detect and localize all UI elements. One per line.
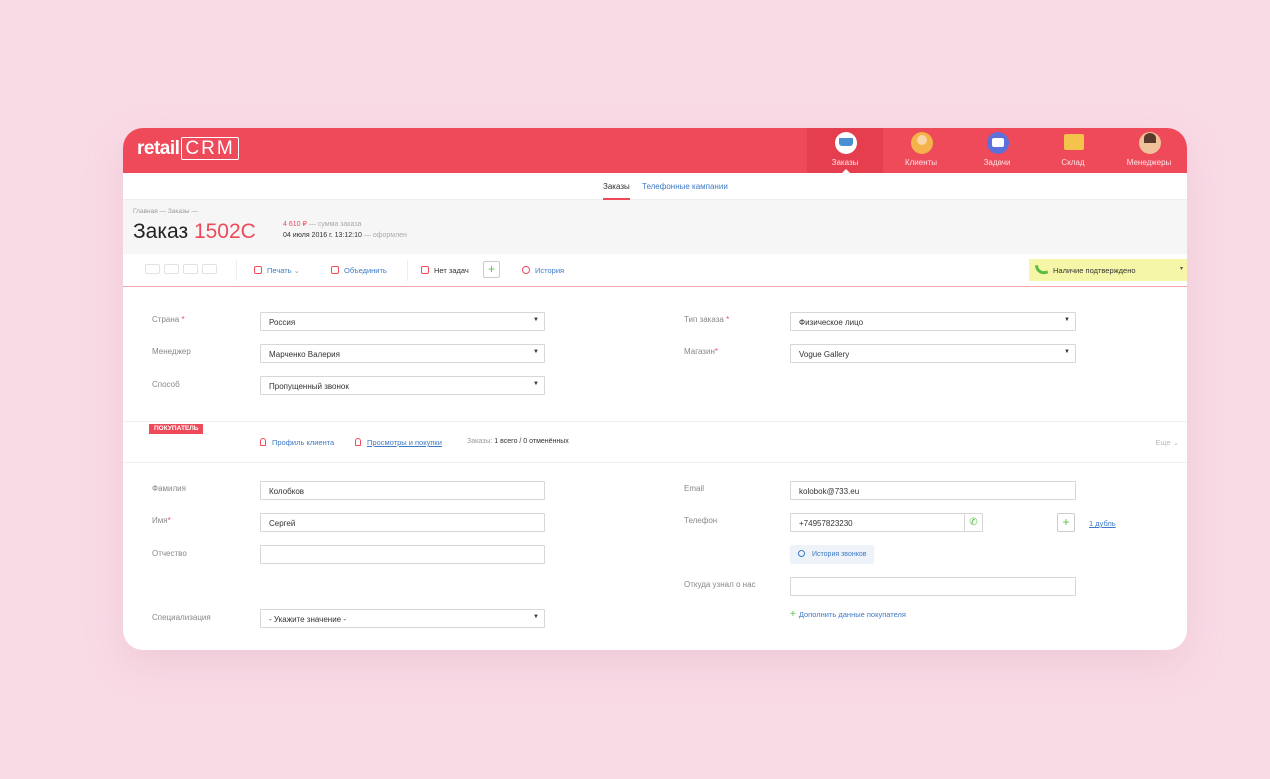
client-icon (911, 132, 933, 154)
page-title: Заказ 1502C (133, 220, 256, 244)
customer-section-header: ПОКУПАТЕЛЬ Профиль клиента Просмотры и п… (123, 421, 1187, 463)
chevron-down-icon: ▼ (533, 349, 539, 355)
add-customer-data-link[interactable]: +Дополнить данные покупателя (790, 609, 906, 620)
source-label: Откуда узнал о нас (684, 580, 756, 589)
history-button[interactable]: История (522, 266, 564, 275)
country-label: Страна * (152, 315, 185, 324)
chevron-down-icon: ▼ (533, 614, 539, 620)
nav-item-clients[interactable]: Клиенты (883, 128, 959, 173)
phone-icon (1035, 263, 1048, 276)
nav-label: Склад (1035, 158, 1111, 167)
clock-icon (522, 266, 530, 274)
nav-item-managers[interactable]: Менеджеры (1111, 128, 1187, 173)
name-label: Имя* (152, 516, 171, 525)
customer-orders-count: Заказы: 1 всего / 0 отменённых (467, 438, 569, 445)
nav-item-tasks[interactable]: Задачи (959, 128, 1035, 173)
nav-item-orders[interactable]: Заказы (807, 128, 883, 173)
add-task-button[interactable]: + (483, 261, 500, 278)
name-field[interactable]: Сергей (260, 513, 545, 532)
breadcrumb[interactable]: Главная — Заказы — (133, 208, 198, 215)
call-phone-icon[interactable]: ✆ (964, 514, 982, 532)
order-header: Главная — Заказы — Заказ 1502C 4 610 ₽ —… (123, 200, 1187, 254)
cart-icon (835, 132, 857, 154)
merge-button[interactable]: Объединить (331, 266, 387, 275)
tasks-icon (987, 132, 1009, 154)
manager-label: Менеджер (152, 347, 191, 356)
nav-label: Задачи (959, 158, 1035, 167)
phone-field[interactable]: +74957823230 (790, 513, 983, 532)
clock-icon (798, 550, 805, 557)
print-button[interactable]: Печать ⌄ (254, 266, 300, 275)
views-purchases-link[interactable]: Просмотры и покупки (355, 438, 442, 447)
plus-icon: + (790, 609, 796, 620)
divider (407, 260, 408, 281)
bag-icon (355, 438, 361, 446)
managers-icon (1139, 132, 1161, 154)
more-dropdown[interactable]: Еще ⌄ (1155, 438, 1179, 447)
shop-label: Магазин* (684, 347, 718, 356)
nav-label: Менеджеры (1111, 158, 1187, 167)
tab-phone-campaigns[interactable]: Телефонные кампании (642, 182, 728, 191)
printer-icon (254, 266, 262, 274)
chevron-down-icon: ▾ (1180, 265, 1183, 272)
shop-select[interactable]: Vogue Gallery▼ (790, 344, 1076, 363)
source-field[interactable] (790, 577, 1076, 596)
logo[interactable]: retailCRM (137, 138, 239, 160)
customer-profile-link[interactable]: Профиль клиента (260, 438, 334, 447)
chevron-down-icon: ▼ (533, 317, 539, 323)
order-number: 1502C (194, 220, 256, 243)
order-type-label: Тип заказа * (684, 315, 729, 324)
nav-label: Заказы (807, 158, 883, 167)
patronymic-field[interactable] (260, 545, 545, 564)
divider (236, 260, 237, 281)
sub-tabs: Заказы Телефонные кампании (123, 173, 1187, 200)
order-toolbar: Печать ⌄ Объединить Нет задач + История … (123, 254, 1187, 287)
email-label: Email (684, 484, 704, 493)
phone-label: Телефон (684, 516, 717, 525)
method-select[interactable]: Пропущенный звонок▼ (260, 376, 545, 395)
surname-field[interactable]: Колобков (260, 481, 545, 500)
order-date: 04 июля 2016 г. 13:12:10 — оформлен (283, 232, 407, 239)
tab-orders[interactable]: Заказы (603, 182, 630, 191)
chevron-down-icon: ▼ (1064, 349, 1070, 355)
cart-icon (331, 266, 339, 274)
specialization-label: Специализация (152, 613, 211, 622)
specialization-select[interactable]: - Укажите значение -▼ (260, 609, 545, 628)
method-label: Способ (152, 380, 180, 389)
chevron-down-icon: ▼ (1064, 317, 1070, 323)
email-field[interactable]: kolobok@733.eu (790, 481, 1076, 500)
main-nav: Заказы Клиенты Задачи Склад Менеджеры (807, 128, 1187, 173)
task-icon (421, 266, 429, 274)
duplicates-link[interactable]: 1 дубль (1089, 519, 1116, 528)
ghost-controls (145, 264, 217, 274)
crm-window: retailCRM Заказы Клиенты Задачи Склад Ме… (123, 128, 1187, 650)
add-phone-button[interactable]: + (1057, 513, 1075, 532)
country-select[interactable]: Россия▼ (260, 312, 545, 331)
order-sum: 4 610 ₽ — сумма заказа (283, 220, 361, 228)
patronymic-label: Отчество (152, 549, 187, 558)
nav-label: Клиенты (883, 158, 959, 167)
surname-label: Фамилия (152, 484, 186, 493)
chevron-down-icon: ▼ (533, 381, 539, 387)
call-history-button[interactable]: История звонков (790, 545, 874, 564)
order-status-select[interactable]: Наличие подтверждено ▾ (1029, 259, 1187, 281)
order-type-select[interactable]: Физическое лицо▼ (790, 312, 1076, 331)
nav-item-warehouse[interactable]: Склад (1035, 128, 1111, 173)
warehouse-icon (1063, 132, 1085, 154)
top-bar: retailCRM Заказы Клиенты Задачи Склад Ме… (123, 128, 1187, 173)
user-icon (260, 438, 266, 446)
manager-select[interactable]: Марченко Валерия▼ (260, 344, 545, 363)
customer-badge: ПОКУПАТЕЛЬ (149, 424, 203, 434)
tasks-status: Нет задач (421, 266, 469, 275)
